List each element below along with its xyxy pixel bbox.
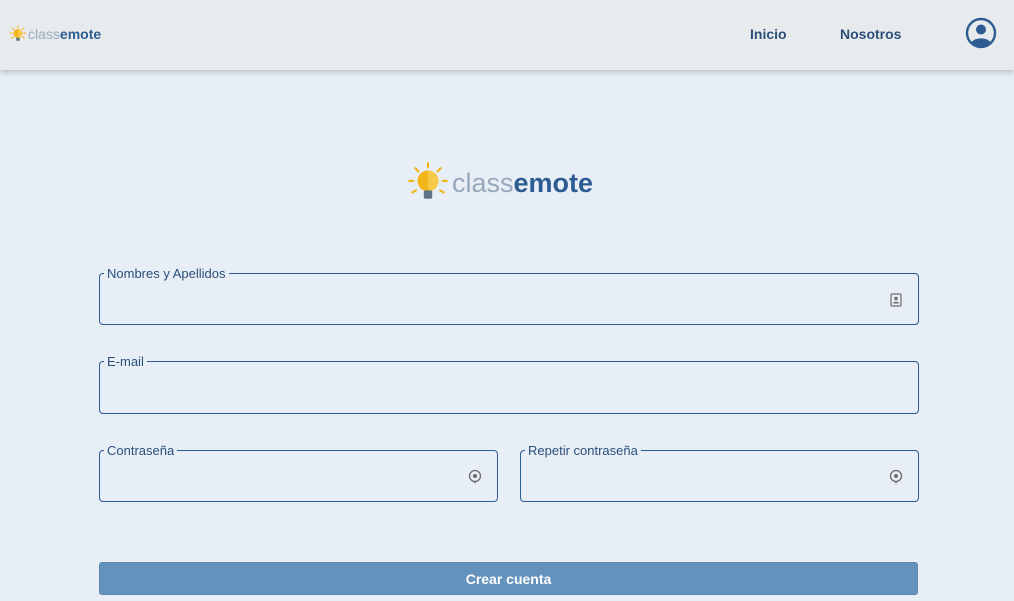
- visibility-icon[interactable]: [467, 469, 483, 485]
- lightbulb-icon: [408, 162, 448, 199]
- email-input[interactable]: [108, 376, 882, 402]
- repeat-password-input[interactable]: [529, 465, 882, 491]
- nav-inicio-link[interactable]: Inicio: [750, 26, 787, 42]
- email-field[interactable]: E-mail: [99, 354, 919, 414]
- email-field-label: E-mail: [104, 354, 147, 369]
- name-input[interactable]: [108, 288, 882, 314]
- logo-word-class: class: [452, 167, 514, 198]
- brand-word-class: class: [28, 26, 60, 42]
- visibility-icon[interactable]: [888, 469, 904, 485]
- contact-card-icon: [890, 293, 902, 307]
- lightbulb-icon: [9, 25, 27, 41]
- brand-word-emote: emote: [59, 26, 102, 42]
- repeat-password-field-label: Repetir contraseña: [525, 443, 641, 458]
- create-account-button[interactable]: Crear cuenta: [99, 562, 918, 595]
- nav-nosotros-link[interactable]: Nosotros: [840, 26, 901, 42]
- password-field[interactable]: Contraseña: [99, 443, 498, 502]
- classemote-logo: class emote: [407, 162, 593, 204]
- repeat-password-field[interactable]: Repetir contraseña: [520, 443, 919, 502]
- name-field-label: Nombres y Apellidos: [104, 266, 229, 281]
- account-circle-icon[interactable]: [965, 17, 997, 49]
- name-field[interactable]: Nombres y Apellidos: [99, 266, 919, 325]
- logo-word-emote: emote: [513, 167, 594, 198]
- password-input[interactable]: [108, 465, 461, 491]
- top-navbar: class emote Inicio Nosotros: [0, 0, 1014, 70]
- brand-logo[interactable]: class emote: [9, 25, 101, 43]
- password-field-label: Contraseña: [104, 443, 178, 458]
